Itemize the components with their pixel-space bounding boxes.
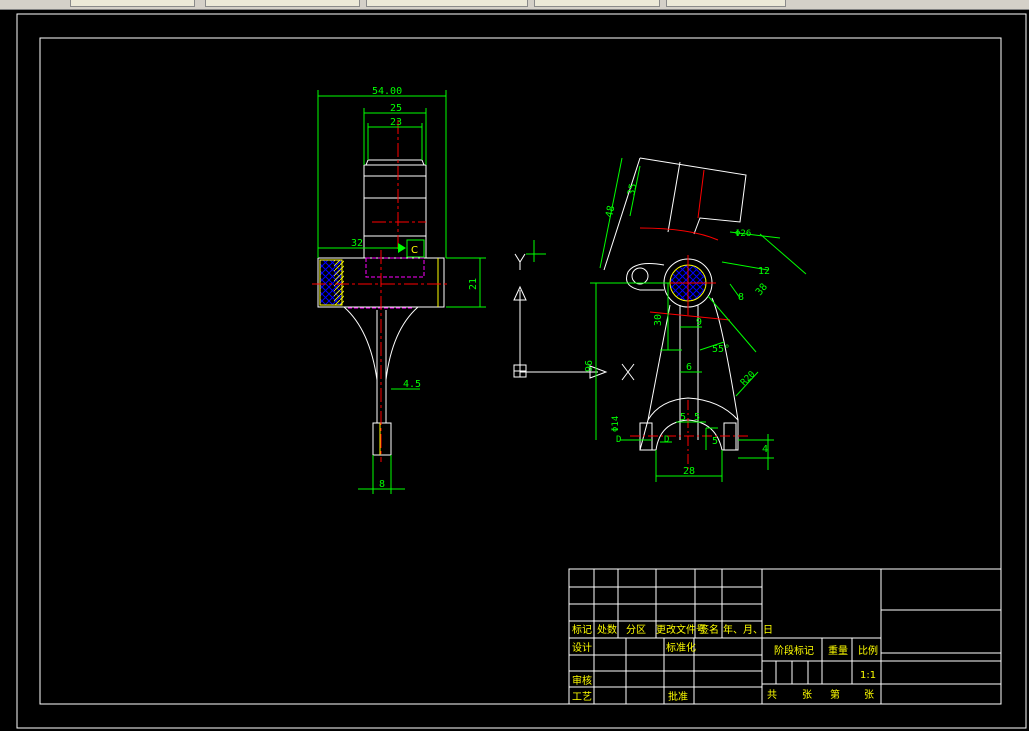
tb-standardize: 标准化 <box>666 641 696 654</box>
tb-weight: 重量 <box>828 644 848 657</box>
dim-bottom: 8 <box>379 479 385 490</box>
tb-col-zone: 分区 <box>626 624 646 636</box>
ucs-icon <box>513 253 635 381</box>
tb-scale-value: 1:1 <box>860 670 876 681</box>
dim-28: 28 <box>683 466 695 477</box>
taskbar-tab[interactable] <box>666 0 786 7</box>
tb-col-date: 年、月、日 <box>723 623 773 636</box>
taskbar-tab[interactable] <box>366 0 528 7</box>
label-d-left: D <box>616 435 621 445</box>
tb-review: 审核 <box>572 674 592 687</box>
dim-12: 12 <box>758 266 770 277</box>
dim-arm-top: 35 <box>626 183 639 197</box>
front-view <box>312 120 450 462</box>
title-block <box>568 568 1002 705</box>
dim-boss-width: 25 <box>390 103 402 114</box>
cad-drawing-canvas[interactable]: 54.00 25 23 32 C 21 4.5 8 Y X <box>0 10 1029 731</box>
dim-r20: R20 <box>739 370 758 389</box>
dim-5b: 5 <box>694 412 700 423</box>
dim-boss-inner: 23 <box>390 117 402 128</box>
dim-6: 6 <box>686 362 692 373</box>
window-toolbar-strip <box>0 0 1029 10</box>
dim-bore-dia: Φ26 <box>735 229 751 239</box>
tb-sheets-2: 张 <box>864 689 874 701</box>
tb-total: 共 <box>767 689 777 701</box>
taskbar-tab[interactable] <box>205 0 360 7</box>
tb-col-sign: 签名 <box>699 623 719 636</box>
tb-design: 设计 <box>572 641 592 654</box>
tb-scale: 比例 <box>858 644 878 657</box>
dim-5a: 5 <box>680 412 686 423</box>
dim-9: 9 <box>696 317 702 328</box>
dim-8: 8 <box>738 292 744 303</box>
dim-phi14: Φ14 <box>611 416 621 432</box>
dim-web: 4.5 <box>403 379 421 390</box>
dim-38: 38 <box>754 282 770 298</box>
tb-sheets-1: 张 <box>802 689 812 701</box>
side-view <box>603 157 748 470</box>
label-d-inner: D <box>664 435 669 445</box>
dim-5c: 5 <box>712 436 718 447</box>
dim-4: 4 <box>762 444 768 455</box>
section-label-c: C <box>411 245 418 256</box>
dim-offset: 32 <box>351 238 363 249</box>
tb-page: 第 <box>830 688 840 701</box>
dim-angle: 55° <box>712 344 730 355</box>
taskbar-tab[interactable] <box>70 0 195 7</box>
tb-approve: 批准 <box>668 690 688 703</box>
tb-col-count: 处数 <box>597 623 617 636</box>
dim-overall-width: 54.00 <box>372 86 402 97</box>
taskbar-tab[interactable] <box>534 0 660 7</box>
dim-flange-thickness: 21 <box>468 278 479 290</box>
tb-stage-mark: 阶段标记 <box>774 644 814 657</box>
dim-30: 30 <box>653 314 664 326</box>
tb-col-mark: 标记 <box>572 624 592 636</box>
tb-process: 工艺 <box>572 691 592 703</box>
ucs-green-mark <box>526 240 546 262</box>
dim-96: 96 <box>584 360 595 372</box>
dim-arm-outer: 48 <box>604 205 617 219</box>
